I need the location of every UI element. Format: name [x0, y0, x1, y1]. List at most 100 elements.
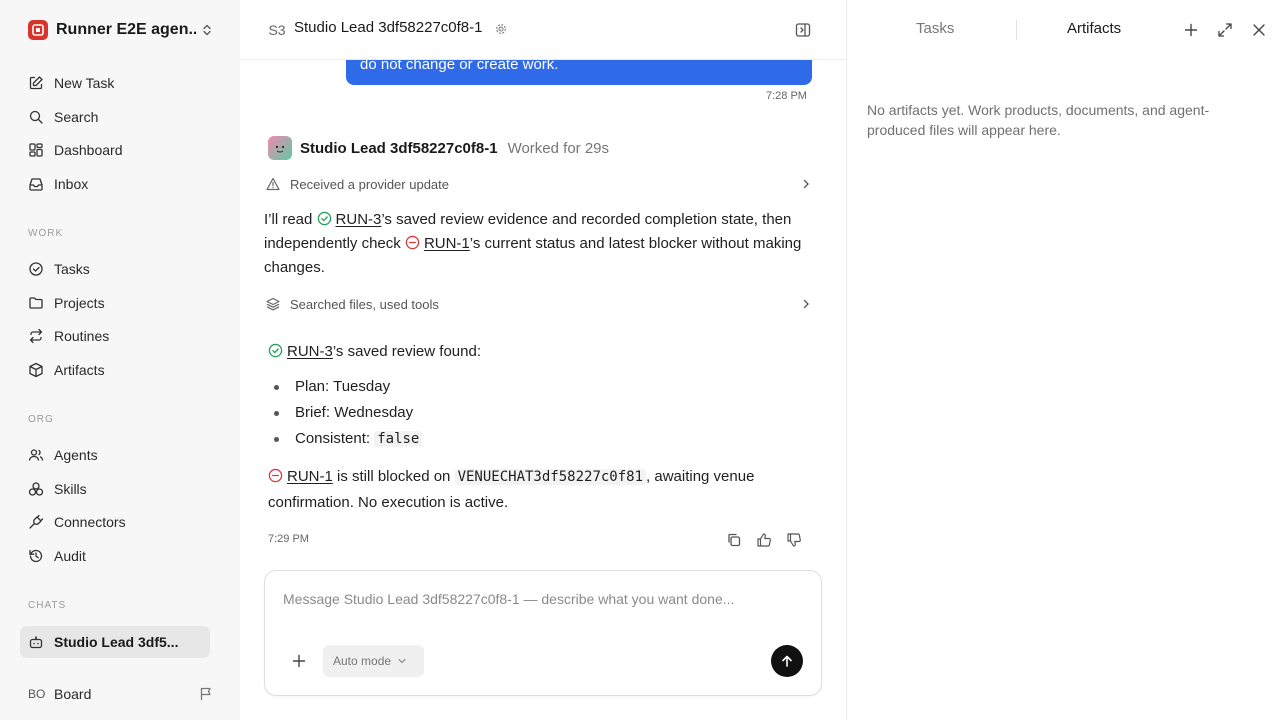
- search-icon: [29, 110, 43, 124]
- chat-title: Studio Lead 3df58227c0f8-1: [294, 19, 483, 36]
- nav-label: Artifacts: [54, 362, 105, 378]
- list-item: Plan: Tuesday: [268, 374, 788, 400]
- thumbs-down-icon[interactable]: [786, 532, 802, 548]
- workspace-name: Runner E2E agen...: [56, 21, 196, 38]
- nav-label: Inbox: [54, 176, 89, 192]
- send-button[interactable]: [771, 645, 803, 677]
- tools-used-row[interactable]: Searched files, used tools: [266, 293, 812, 315]
- review-bullet-list: Plan: Tuesday Brief: Wednesday Consisten…: [268, 374, 788, 452]
- tab-tasks[interactable]: Tasks: [916, 20, 954, 37]
- sidebar: Runner E2E agen... New Task Search Dashb…: [0, 0, 240, 720]
- nav-connectors[interactable]: Connectors: [20, 507, 210, 537]
- section-org-label: ORG: [28, 414, 54, 425]
- skills-icon: [28, 482, 44, 496]
- review-text: ’s saved review found:: [332, 343, 481, 360]
- nav-skills[interactable]: Skills: [20, 474, 210, 504]
- intro-text: I’ll read: [264, 211, 317, 228]
- artifacts-panel: Tasks Artifacts No artifacts yet. Work p…: [846, 0, 1280, 720]
- nav-artifacts[interactable]: Artifacts: [20, 355, 210, 385]
- chevron-up-down-icon: [203, 24, 211, 36]
- plus-icon[interactable]: [1183, 22, 1199, 38]
- tool-row-label: Searched files, used tools: [290, 296, 439, 312]
- nav-label: Dashboard: [54, 142, 123, 158]
- nav-projects[interactable]: Projects: [20, 288, 210, 318]
- provider-update-row[interactable]: Received a provider update: [266, 173, 812, 195]
- bullet-label: Brief:: [295, 404, 335, 421]
- blocker-code: VENUECHAT3df58227c0f81: [454, 469, 647, 485]
- check-circle-icon: [317, 211, 331, 226]
- bot-icon: [29, 636, 43, 649]
- tool-row-label: Received a provider update: [290, 176, 449, 192]
- nav-search[interactable]: Search: [20, 102, 210, 132]
- chevron-right-icon: [803, 299, 809, 309]
- users-icon: [28, 449, 44, 461]
- plug-icon: [29, 514, 44, 529]
- agent-intro-text: I’ll read RUN-3’s saved review evidence …: [264, 208, 804, 280]
- nav-new-task[interactable]: New Task: [20, 68, 210, 98]
- blocker-text: RUN-1 is still blocked on VENUECHAT3df58…: [268, 464, 798, 516]
- mode-label: Auto mode: [333, 654, 392, 668]
- nav-label: Search: [54, 109, 99, 125]
- nav-label: Skills: [54, 481, 87, 497]
- inbox-icon: [29, 178, 43, 191]
- folder-icon: [29, 297, 43, 309]
- agent-name: Studio Lead 3df58227c0f8-1: [300, 139, 498, 157]
- nav-dashboard[interactable]: Dashboard: [20, 135, 210, 165]
- nav-label: Audit: [54, 548, 86, 564]
- board-footer[interactable]: BO Board: [28, 683, 214, 705]
- edit-icon: [29, 76, 43, 90]
- box-icon: [29, 362, 43, 378]
- review-heading: RUN-3’s saved review found:: [268, 340, 808, 364]
- warning-icon: [266, 177, 280, 191]
- workspace-logo-icon: [28, 20, 48, 40]
- tab-artifacts[interactable]: Artifacts: [1067, 20, 1121, 37]
- history-icon: [29, 549, 43, 563]
- list-item: Consistent: false: [268, 426, 788, 452]
- copy-icon[interactable]: [726, 532, 742, 548]
- nav-routines[interactable]: Routines: [20, 321, 210, 351]
- expand-icon[interactable]: [1217, 22, 1233, 38]
- bullet-value: Wednesday: [334, 404, 414, 421]
- nav-label: Studio Lead 3df5...: [54, 634, 179, 650]
- check-circle-icon: [268, 343, 283, 358]
- nav-label: Routines: [54, 328, 110, 344]
- nav-tasks[interactable]: Tasks: [20, 254, 210, 284]
- gear-icon[interactable]: [495, 23, 507, 35]
- nav-inbox[interactable]: Inbox: [20, 169, 210, 199]
- user-message-time: 7:28 PM: [766, 90, 807, 102]
- nav-label: Connectors: [54, 514, 126, 530]
- message-input[interactable]: [283, 591, 803, 607]
- flag-icon[interactable]: [198, 686, 214, 702]
- worked-duration: Worked for 29s: [507, 139, 610, 157]
- layers-icon: [266, 297, 280, 311]
- sidebar-toggle-icon[interactable]: [795, 22, 811, 38]
- section-chats-label: CHATS: [28, 600, 67, 611]
- run-3-link[interactable]: RUN-3: [336, 211, 382, 228]
- mode-dropdown[interactable]: Auto mode: [323, 645, 424, 677]
- close-icon[interactable]: [1251, 22, 1267, 38]
- artifacts-empty-state: No artifacts yet. Work products, documen…: [867, 102, 1210, 138]
- bullet-label: Consistent:: [295, 430, 375, 447]
- thumbs-up-icon[interactable]: [756, 532, 772, 548]
- chat-item-studio-lead[interactable]: Studio Lead 3df5...: [20, 626, 210, 658]
- run-3-link[interactable]: RUN-3: [287, 343, 333, 360]
- message-composer: Auto mode: [264, 570, 822, 696]
- plus-icon[interactable]: [291, 653, 307, 669]
- nav-audit[interactable]: Audit: [20, 541, 210, 571]
- chat-header: S3 Studio Lead 3df58227c0f8-1: [240, 0, 846, 60]
- nav-label: New Task: [54, 75, 115, 91]
- chevron-right-icon: [803, 179, 809, 189]
- workspace-switcher[interactable]: Runner E2E agen...: [28, 19, 214, 41]
- run-1-link[interactable]: RUN-1: [287, 468, 333, 485]
- agent-avatar: [268, 136, 292, 160]
- agent-badge: S3: [268, 22, 286, 38]
- run-1-link[interactable]: RUN-1: [424, 235, 470, 252]
- arrow-up-icon: [782, 655, 792, 667]
- dashboard-icon: [29, 143, 43, 157]
- tab-divider: [1016, 20, 1017, 40]
- agent-message-time: 7:29 PM: [268, 533, 309, 545]
- nav-agents[interactable]: Agents: [20, 440, 210, 470]
- nav-label: Tasks: [54, 261, 90, 277]
- bullet-code-value: false: [374, 431, 423, 447]
- board-label: Board: [54, 686, 92, 702]
